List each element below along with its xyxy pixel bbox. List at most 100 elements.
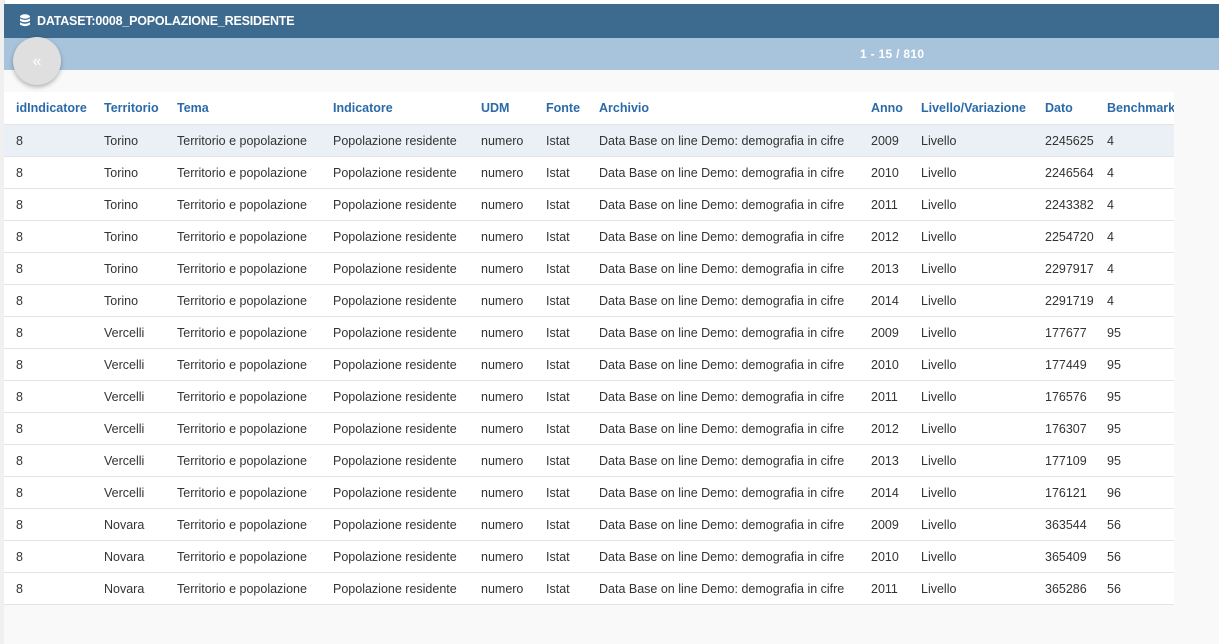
table-cell: Livello [909,444,1033,477]
table-cell: 2013 [859,444,909,477]
table-cell: Torino [92,284,165,317]
column-header-fonte[interactable]: Fonte [534,92,587,125]
column-header-anno[interactable]: Anno [859,92,909,125]
table-cell: Territorio e popolazione [165,572,321,605]
table-cell: numero [469,444,534,477]
table-cell: 8 [4,540,92,573]
previous-page-button[interactable]: « [13,37,61,85]
table-row[interactable]: 8 Torino Territorio e popolazione Popolazio… [4,156,1174,189]
table-cell: Data Base on line Demo: demografia in ci… [587,476,859,509]
table-row[interactable]: 8 Vercelli Territorio e popolazione Popolaz… [4,380,1174,413]
table-row[interactable]: 8 Vercelli Territorio e popolazione Popolaz… [4,412,1174,445]
table-cell: 2010 [859,348,909,381]
table-cell: 8 [4,572,92,605]
table-cell: Data Base on line Demo: demografia in ci… [587,220,859,253]
table-cell: Territorio e popolazione [165,220,321,253]
table-row[interactable]: 8 Torino Territorio e popolazione Popolazio… [4,220,1174,253]
table-cell: Istat [534,380,587,413]
table-cell: 8 [4,348,92,381]
table-cell: 4 [1095,220,1174,253]
dataset-panel: DATASET:0008_POPOLAZIONE_RESIDENTE 1 - 1… [4,4,1219,644]
table-row[interactable]: 8 Torino Territorio e popolazione Popolazio… [4,124,1174,157]
table-cell: Data Base on line Demo: demografia in ci… [587,572,859,605]
table-cell: Novara [92,508,165,541]
table-row[interactable]: 8 Torino Territorio e popolazione Popolazio… [4,252,1174,285]
table-cell: 2013 [859,252,909,285]
table-cell: numero [469,220,534,253]
table-cell: Data Base on line Demo: demografia in ci… [587,188,859,221]
table-cell: 2009 [859,316,909,349]
column-header-tema[interactable]: Tema [165,92,321,125]
table-cell: 2011 [859,380,909,413]
table-row[interactable]: 8 Torino Territorio e popolazione Popolazio… [4,188,1174,221]
column-header-dato[interactable]: Dato [1033,92,1095,125]
table-cell: Livello [909,156,1033,189]
column-header-territorio[interactable]: Territorio [92,92,165,125]
table-cell: Livello [909,540,1033,573]
table-cell: 2012 [859,412,909,445]
table-cell: numero [469,412,534,445]
table-cell: 2010 [859,156,909,189]
table-row[interactable]: 8 Torino Territorio e popolazione Popolazio… [4,284,1174,317]
table-cell: Data Base on line Demo: demografia in ci… [587,348,859,381]
table-cell: Popolazione residente [321,252,469,285]
table-cell: Istat [534,572,587,605]
table-cell: 2014 [859,476,909,509]
column-header-archivio[interactable]: Archivio [587,92,859,125]
table-cell: 56 [1095,572,1174,605]
table-cell: 8 [4,508,92,541]
table-row[interactable]: 8 Vercelli Territorio e popolazione Popolaz… [4,476,1174,509]
table-cell: Data Base on line Demo: demografia in ci… [587,316,859,349]
table-cell: Istat [534,348,587,381]
table-cell: 8 [4,284,92,317]
table-cell: Popolazione residente [321,380,469,413]
table-cell: Torino [92,188,165,221]
table-cell: Territorio e popolazione [165,508,321,541]
column-header-benchmark[interactable]: Benchmark [1095,92,1174,125]
table-cell: numero [469,540,534,573]
table-cell: Territorio e popolazione [165,316,321,349]
table-cell: 8 [4,380,92,413]
table-cell: Istat [534,220,587,253]
table-cell: Istat [534,508,587,541]
table-cell: numero [469,124,534,157]
table-cell: 56 [1095,508,1174,541]
column-header-idindicatore[interactable]: idIndicatore [4,92,92,125]
column-header-livello-variazione[interactable]: Livello/Variazione [909,92,1033,125]
table-cell: 2011 [859,188,909,221]
table-row[interactable]: 8 Novara Territorio e popolazione Popolazio… [4,540,1174,573]
table-cell: 2245625 [1033,124,1095,157]
table-cell: Istat [534,540,587,573]
table-cell: Torino [92,156,165,189]
table-cell: Popolazione residente [321,476,469,509]
table-cell: Torino [92,220,165,253]
table-cell: Livello [909,412,1033,445]
table-row[interactable]: 8 Novara Territorio e popolazione Popolazio… [4,572,1174,605]
pager-range-text: 1 - 15 / 810 [860,47,925,61]
table-cell: Novara [92,572,165,605]
table-cell: numero [469,252,534,285]
table-cell: Popolazione residente [321,188,469,221]
column-header-udm[interactable]: UDM [469,92,534,125]
table-row[interactable]: 8 Vercelli Territorio e popolazione Popolaz… [4,444,1174,477]
table-cell: Territorio e popolazione [165,380,321,413]
table-cell: Data Base on line Demo: demografia in ci… [587,284,859,317]
table-cell: Vercelli [92,444,165,477]
data-table: idIndicatore Territorio Tema Indicatore UDM F… [4,92,1174,605]
table-cell: Data Base on line Demo: demografia in ci… [587,508,859,541]
table-cell: 8 [4,412,92,445]
table-cell: 95 [1095,348,1174,381]
table-row[interactable]: 8 Vercelli Territorio e popolazione Popolaz… [4,316,1174,349]
table-cell: numero [469,476,534,509]
table-cell: 2254720 [1033,220,1095,253]
table-cell: Popolazione residente [321,572,469,605]
table-cell: Vercelli [92,316,165,349]
table-row[interactable]: 8 Vercelli Territorio e popolazione Popolaz… [4,348,1174,381]
table-cell: Livello [909,572,1033,605]
table-cell: 2291719 [1033,284,1095,317]
table-row[interactable]: 8 Novara Territorio e popolazione Popolazio… [4,508,1174,541]
table-body: 8 Torino Territorio e popolazione Popolazio… [4,124,1174,605]
table-cell: Territorio e popolazione [165,348,321,381]
table-cell: 95 [1095,316,1174,349]
column-header-indicatore[interactable]: Indicatore [321,92,469,125]
